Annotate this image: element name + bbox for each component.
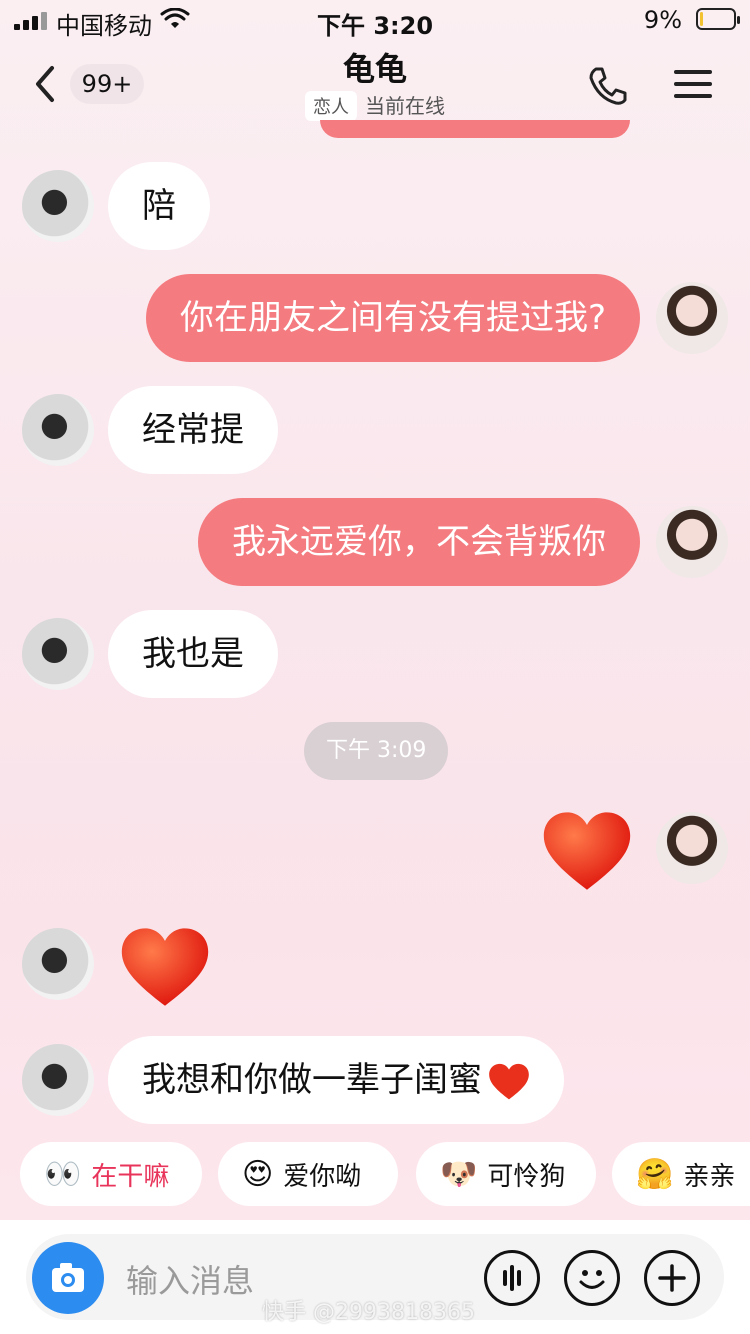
quick-reply-label: 爱你呦	[283, 1161, 362, 1192]
menu-icon-line	[674, 70, 712, 74]
camera-icon	[52, 1263, 84, 1292]
message-text: 我想和你做一辈子闺蜜	[142, 1060, 482, 1100]
online-status: 当前在线	[365, 94, 445, 118]
my-avatar[interactable]	[656, 506, 728, 578]
outgoing-message[interactable]: 我永远爱你，不会背叛你	[198, 498, 640, 586]
camera-button[interactable]	[32, 1242, 104, 1314]
contact-avatar[interactable]	[22, 1044, 94, 1116]
clock: 下午 3:20	[316, 12, 434, 40]
menu-icon-line	[674, 94, 712, 98]
call-button[interactable]	[586, 64, 630, 108]
quick-reply-label: 可怜狗	[487, 1161, 566, 1192]
smiley-icon	[579, 1270, 605, 1289]
contact-avatar[interactable]	[22, 170, 94, 242]
contact-name[interactable]: 龟龟	[0, 44, 750, 90]
hugging-face-icon: 🤗	[636, 1156, 674, 1192]
red-heart-icon	[489, 1063, 529, 1099]
heart-eyes-icon: 😍	[242, 1156, 274, 1192]
quick-reply-chip[interactable]: 😍 爱你呦	[218, 1142, 398, 1206]
plus-icon	[658, 1264, 686, 1292]
contact-subtitle: 恋人 当前在线	[0, 90, 750, 121]
red-heart-icon[interactable]	[120, 926, 210, 1010]
my-avatar[interactable]	[656, 812, 728, 884]
phone-icon	[589, 67, 627, 105]
contact-avatar[interactable]	[22, 618, 94, 690]
timestamp: 下午 3:09	[304, 722, 449, 780]
incoming-message[interactable]: 陪	[108, 162, 210, 250]
battery-percent: 9%	[643, 6, 682, 34]
eyes-icon: 👀	[44, 1156, 82, 1192]
incoming-message[interactable]: 我也是	[108, 610, 278, 698]
watermark: 快手 @2993818365	[262, 1300, 475, 1325]
dog-face-icon: 🐶	[440, 1156, 478, 1192]
more-button[interactable]	[644, 1250, 700, 1306]
message-input[interactable]: 输入消息	[126, 1256, 254, 1302]
incoming-message[interactable]: 经常提	[108, 386, 278, 474]
status-bar: 中国移动 下午 3:20 9%	[0, 0, 750, 40]
red-heart-icon[interactable]	[542, 810, 632, 894]
partial-message-bubble	[320, 120, 630, 138]
battery-icon	[696, 8, 740, 30]
emoji-button[interactable]	[564, 1250, 620, 1306]
quick-reply-label: 亲亲	[683, 1161, 736, 1192]
voice-button[interactable]	[484, 1250, 540, 1306]
quick-reply-chip[interactable]: 🐶 可怜狗	[416, 1142, 596, 1206]
relation-tag: 恋人	[305, 91, 357, 121]
outgoing-message[interactable]: 你在朋友之间有没有提过我?	[145, 274, 640, 362]
quick-reply-chip[interactable]: 🤗 亲亲	[612, 1142, 750, 1206]
menu-icon-line	[674, 82, 712, 86]
quick-reply-label: 在干嘛	[91, 1161, 170, 1192]
quick-reply-chip[interactable]: 👀 在干嘛	[20, 1142, 202, 1206]
contact-avatar[interactable]	[22, 928, 94, 1000]
my-avatar[interactable]	[656, 282, 728, 354]
voice-wave-icon	[503, 1265, 521, 1291]
contact-avatar[interactable]	[22, 394, 94, 466]
incoming-message[interactable]: 我想和你做一辈子闺蜜	[108, 1036, 564, 1124]
menu-button[interactable]	[674, 64, 716, 106]
